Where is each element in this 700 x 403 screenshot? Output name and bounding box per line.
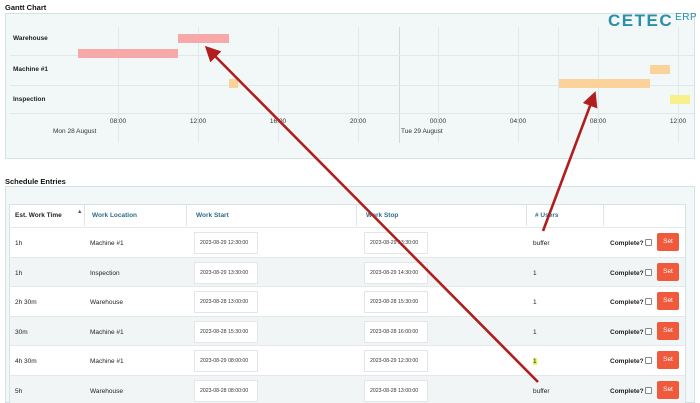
annotation-arrow-machine (541, 91, 598, 232)
annotation-arrow-warehouse (204, 45, 539, 383)
annotation-arrows (204, 45, 598, 383)
